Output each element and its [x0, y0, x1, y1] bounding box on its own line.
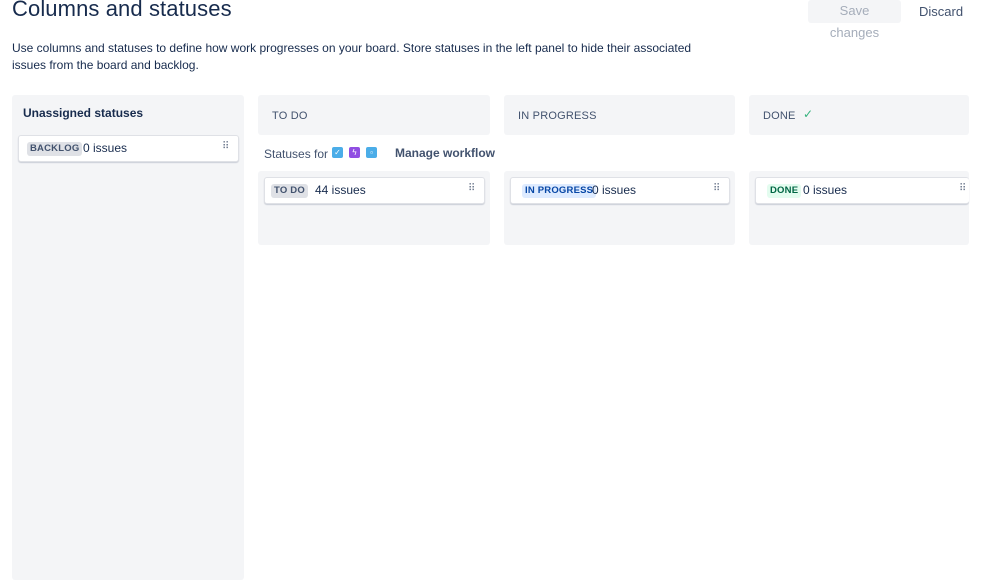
- column-title: IN PROGRESS: [518, 110, 597, 122]
- drag-handle-icon[interactable]: ⠿: [713, 183, 720, 194]
- issue-count: 0 issues: [803, 183, 848, 197]
- page-description: Use columns and statuses to define how w…: [12, 41, 692, 72]
- drag-handle-icon[interactable]: ⠿: [959, 183, 966, 194]
- drag-handle-icon[interactable]: ⠿: [222, 141, 229, 152]
- discard-button[interactable]: Discard: [909, 0, 969, 23]
- statuses-for-label: Statuses for: [264, 147, 329, 161]
- issue-count: 44 issues: [315, 183, 366, 197]
- issue-count: 0 issues: [592, 183, 637, 197]
- column-title: TO DO: [272, 110, 308, 122]
- status-lozenge: DONE: [767, 184, 802, 198]
- column-header-todo[interactable]: TO DO: [258, 95, 490, 135]
- status-lozenge: IN PROGRESS: [522, 184, 597, 198]
- column-header-in-progress[interactable]: IN PROGRESS: [504, 95, 735, 135]
- task-icon: ✓: [332, 147, 343, 158]
- drag-handle-icon[interactable]: ⠿: [468, 183, 475, 194]
- save-changes-button[interactable]: Save changes: [808, 0, 901, 40]
- check-icon: ✓: [803, 107, 814, 121]
- status-card-todo[interactable]: TO DO 44 issues ⠿: [264, 177, 485, 204]
- column-body-todo: TO DO 44 issues ⠿: [258, 171, 490, 245]
- column-title: DONE: [763, 110, 796, 122]
- status-lozenge: TO DO: [271, 184, 308, 198]
- issue-count: 0 issues: [83, 141, 128, 155]
- column-body-done: DONE 0 issues ⠿: [749, 171, 969, 245]
- status-card-done[interactable]: DONE 0 issues ⠿: [755, 177, 969, 204]
- status-lozenge: BACKLOG: [27, 142, 83, 156]
- subtask-icon: ϟ: [349, 147, 360, 158]
- column-header-done[interactable]: DONE ✓: [749, 95, 969, 135]
- story-icon: ▫: [366, 147, 377, 158]
- manage-workflow-link[interactable]: Manage workflow: [395, 146, 495, 160]
- unassigned-statuses-panel: Unassigned statuses BACKLOG 0 issues ⠿: [12, 95, 244, 580]
- page-title: Columns and statuses: [12, 0, 232, 21]
- status-card-in-progress[interactable]: IN PROGRESS 0 issues ⠿: [510, 177, 730, 204]
- column-body-in-progress: IN PROGRESS 0 issues ⠿: [504, 171, 735, 245]
- unassigned-statuses-title: Unassigned statuses: [23, 106, 144, 120]
- status-card-backlog[interactable]: BACKLOG 0 issues ⠿: [18, 135, 239, 162]
